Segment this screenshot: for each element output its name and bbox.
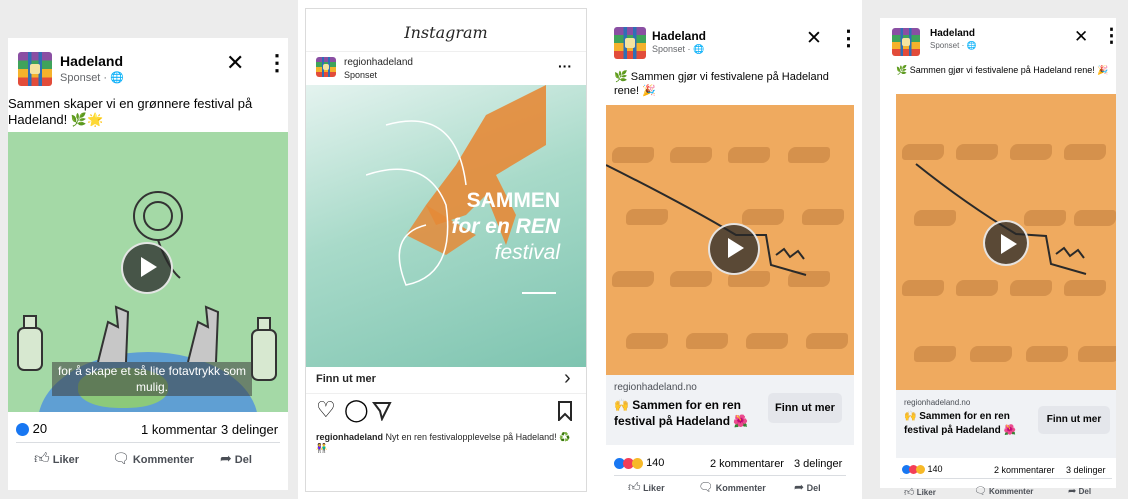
facebook-ad-post-3: Hadeland Sponset · 🌐 ✕ ⋮ 🌿 Sammen gjør v… (880, 18, 1116, 488)
send-icon[interactable] (372, 401, 392, 421)
headline-line-3: festival (494, 241, 560, 264)
video-subtitle: for å skape et så lite fotavtrykk som mu… (52, 362, 252, 396)
header-divider (306, 51, 586, 52)
reaction-summary[interactable]: 140 (614, 457, 664, 469)
sponsored-label: Sponset (344, 70, 378, 80)
like-icon: 👍︎ (904, 487, 915, 498)
comment-icon[interactable]: ◯ (344, 399, 369, 421)
link-preview[interactable]: regionhadeland.no 🙌 Sammen for en ren fe… (606, 375, 854, 445)
learn-more-button[interactable]: Finn ut mer (768, 393, 842, 423)
post-video[interactable] (896, 94, 1116, 390)
handshake-row (606, 333, 854, 355)
care-reaction-icon (916, 465, 925, 475)
headline-underline (522, 292, 556, 294)
divider (614, 475, 846, 476)
globe-icon: 🌐 (693, 44, 705, 54)
globe-icon: 🌐 (110, 72, 124, 84)
shares-count[interactable]: 3 delinger (794, 458, 842, 470)
reaction-summary[interactable]: 140 (902, 464, 943, 475)
post-caption: Sammen skaper vi en grønnere festival på… (8, 96, 253, 127)
cta-bar[interactable]: Finn ut mer › (306, 367, 586, 394)
instagram-ad-post: Instagram regionhadeland Sponset ··· SAM… (305, 8, 587, 492)
share-icon: ➦ (220, 450, 232, 466)
sponsored-label: Sponset · 🌐 (652, 44, 705, 54)
like-button[interactable]: 👍︎ Liker (34, 450, 79, 468)
divider (16, 442, 280, 443)
post-caption: 🌿 Sammen gjør vi festivalene på Hadeland… (896, 65, 1109, 75)
instagram-title: Instagram (404, 23, 488, 42)
hadeland-logo[interactable] (892, 28, 920, 56)
hadeland-logo[interactable] (316, 57, 336, 77)
comment-button[interactable]: 🗨 Kommenter (112, 450, 194, 467)
like-reaction-icon (16, 423, 29, 437)
comment-button[interactable]: 🗨 Kommenter (698, 480, 766, 494)
share-icon: ➦ (1068, 486, 1077, 497)
sponsored-label: Sponset · 🌐 (930, 41, 977, 50)
play-icon[interactable] (121, 242, 173, 294)
bookmark-icon[interactable] (558, 401, 572, 421)
learn-more-button[interactable]: Finn ut mer (1038, 406, 1110, 434)
comment-button[interactable]: 🗨 Kommenter (974, 486, 1033, 497)
facebook-ad-post-1: Hadeland Sponset · 🌐 ✕ ⋮ Sammen skaper v… (8, 38, 288, 490)
page-name[interactable]: Hadeland (652, 29, 706, 43)
more-vertical-icon[interactable]: ⋮ (1102, 27, 1116, 46)
more-horizontal-icon[interactable]: ··· (558, 59, 572, 73)
like-icon: 👍︎ (34, 450, 50, 467)
headline-line-1: SAMMEN (466, 189, 560, 212)
share-button[interactable]: ➦ Del (220, 450, 252, 467)
comment-icon: 🗨 (974, 486, 987, 497)
reaction-summary[interactable]: 20 (16, 421, 47, 437)
instagram-username[interactable]: regionhadeland (344, 57, 413, 68)
page-name[interactable]: Hadeland (930, 28, 975, 39)
close-icon[interactable]: ✕ (1074, 28, 1088, 45)
comments-count[interactable]: 2 kommentarer (710, 458, 784, 470)
like-button[interactable]: 👍︎ Liker (628, 480, 665, 495)
handshake-row (896, 346, 1116, 368)
instagram-caption: regionhadeland Nyt en ren festivalopplev… (316, 432, 571, 453)
hadeland-logo[interactable] (614, 27, 646, 59)
facebook-ad-post-2: Hadeland Sponset · 🌐 ✕ ⋮ 🌿 Sammen gjør v… (606, 15, 854, 495)
link-preview[interactable]: regionhadeland.no 🙌 Sammen for en ren fe… (896, 390, 1116, 458)
comment-icon: 🗨 (698, 480, 714, 494)
close-icon[interactable]: ✕ (226, 52, 244, 74)
like-icon: 👍︎ (628, 480, 641, 494)
headline-line-2: for en REN (451, 215, 560, 238)
link-domain: regionhadeland.no (904, 398, 971, 407)
link-title: 🙌 Sammen for en ren festival på Hadeland… (614, 398, 749, 428)
like-button[interactable]: 👍︎ Liker (904, 486, 936, 498)
bottle-illustration (17, 315, 43, 371)
link-domain: regionhadeland.no (614, 382, 697, 393)
play-icon[interactable] (708, 223, 760, 275)
chevron-right-icon: › (564, 367, 571, 389)
comments-count[interactable]: 1 kommentar (141, 422, 217, 437)
share-button[interactable]: ➦ Del (1068, 486, 1091, 497)
comments-count[interactable]: 2 kommentarer (994, 465, 1055, 475)
more-vertical-icon[interactable]: ⋮ (266, 52, 288, 74)
post-caption: 🌿 Sammen gjør vi festivalene på Hadeland… (614, 71, 829, 97)
shares-count[interactable]: 3 delinger (221, 422, 278, 437)
more-vertical-icon[interactable]: ⋮ (838, 28, 854, 49)
share-button[interactable]: ➦ Del (794, 480, 821, 494)
post-video[interactable]: for å skape et så lite fotavtrykk som mu… (8, 132, 288, 412)
globe-icon: 🌐 (966, 41, 977, 50)
instagram-post-image[interactable]: SAMMEN for en REN festival (306, 85, 586, 367)
care-reaction-icon (632, 457, 643, 469)
comment-icon: 🗨 (112, 450, 130, 466)
share-icon: ➦ (794, 480, 805, 494)
shares-count[interactable]: 3 delinger (1066, 465, 1106, 475)
hands-illustration (97, 305, 220, 362)
divider (900, 478, 1112, 479)
hadeland-logo[interactable] (18, 52, 52, 86)
play-icon[interactable] (983, 220, 1029, 266)
page-name[interactable]: Hadeland (60, 53, 123, 69)
sponsored-label: Sponset · 🌐 (60, 72, 124, 84)
post-video[interactable] (606, 105, 854, 375)
heart-icon[interactable]: ♡ (316, 399, 336, 421)
close-icon[interactable]: ✕ (806, 29, 822, 48)
link-title: 🙌 Sammen for en ren festival på Hadeland… (904, 411, 1016, 436)
cta-label: Finn ut mer (316, 373, 376, 385)
